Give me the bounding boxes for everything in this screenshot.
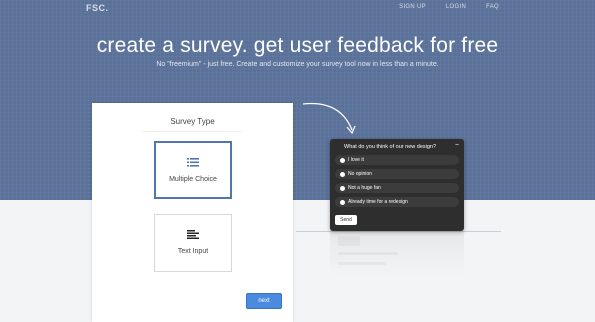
minimize-icon[interactable]: − xyxy=(455,142,459,149)
multiple-choice-label: Multiple Choice xyxy=(169,176,217,183)
curved-arrow-icon xyxy=(302,102,356,135)
list-icon xyxy=(156,158,230,167)
text-input-option[interactable]: Text Input xyxy=(154,214,232,272)
text-align-icon xyxy=(155,230,231,239)
survey-type-title: Survey Type xyxy=(170,117,215,126)
preview-option[interactable]: No opinion xyxy=(335,169,459,179)
radio-icon xyxy=(340,171,345,177)
widget-reflection-line xyxy=(338,262,386,265)
lower-section xyxy=(0,200,595,322)
nav-signup-link[interactable]: SIGN UP xyxy=(399,4,426,10)
survey-type-card: Survey Type Multiple Choice Text Input n… xyxy=(92,103,293,322)
hero-section: FSC. SIGN UP LOGIN FAQ create a survey. … xyxy=(0,0,595,200)
preview-option-label: No opinion xyxy=(348,171,372,177)
preview-option-label: Already time for a redesign xyxy=(348,199,408,205)
preview-option-label: I love it xyxy=(348,157,364,163)
top-nav: SIGN UP LOGIN FAQ xyxy=(399,4,499,10)
preview-option-label: Not a huge fan xyxy=(348,185,381,191)
nav-login-link[interactable]: LOGIN xyxy=(446,4,466,10)
preview-question: What do you think of our new design? xyxy=(344,144,437,150)
site-logo[interactable]: FSC. xyxy=(86,3,109,13)
radio-icon xyxy=(340,199,345,205)
survey-preview-widget: What do you think of our new design? − I… xyxy=(330,139,464,231)
divider xyxy=(142,131,242,132)
preview-option[interactable]: I love it xyxy=(335,155,459,165)
send-button[interactable]: Send xyxy=(335,215,357,225)
hero-subline: No "freemium" - just free. Create and cu… xyxy=(156,61,439,68)
widget-reflection-line xyxy=(338,252,398,255)
widget-reflection-button xyxy=(338,236,360,246)
nav-faq-link[interactable]: FAQ xyxy=(486,4,499,10)
next-button[interactable]: next xyxy=(246,293,282,309)
text-input-label: Text Input xyxy=(177,248,209,255)
multiple-choice-option[interactable]: Multiple Choice xyxy=(154,141,232,199)
preview-option[interactable]: Not a huge fan xyxy=(335,183,459,193)
radio-icon xyxy=(340,185,345,191)
radio-icon xyxy=(340,157,345,163)
preview-option[interactable]: Already time for a redesign xyxy=(335,197,459,207)
hero-headline: create a survey. get user feedback for f… xyxy=(96,34,499,57)
